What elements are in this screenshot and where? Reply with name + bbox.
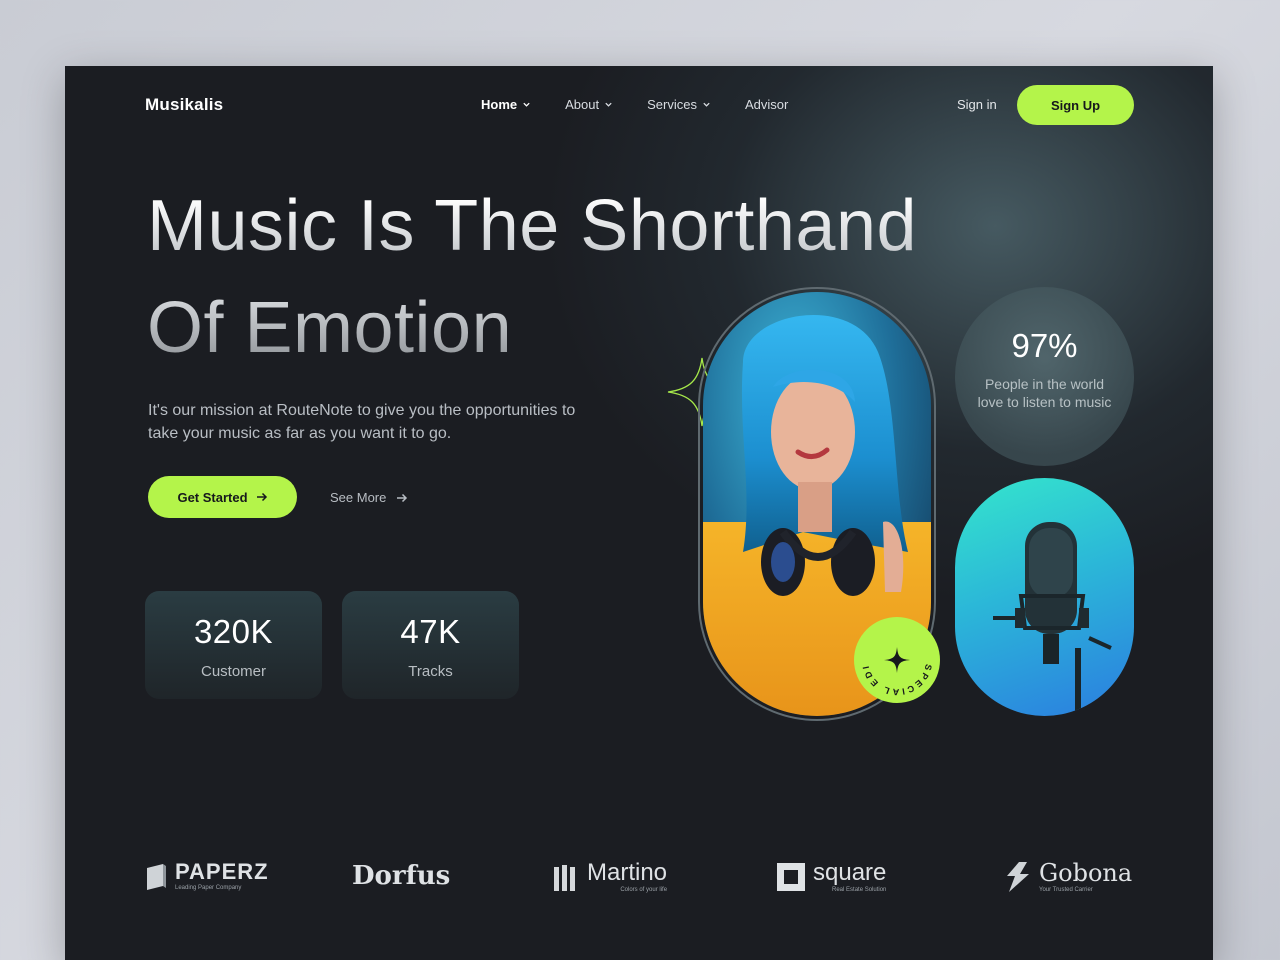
see-more-link[interactable]: See More bbox=[330, 490, 408, 505]
nav-item-home[interactable]: Home bbox=[481, 97, 531, 112]
nav-item-advisor[interactable]: Advisor bbox=[745, 97, 788, 112]
partner-name: Gobona bbox=[1039, 859, 1133, 887]
partner-name: square bbox=[813, 859, 887, 886]
hero-title-line1: Music Is The Shorthand bbox=[147, 186, 918, 266]
partner-text: PAPERZ Leading Paper Company bbox=[175, 859, 269, 892]
partner-tagline: Real Estate Solution bbox=[832, 887, 887, 893]
landing-page: Musikalis Home About Services Advisor Si… bbox=[65, 66, 1213, 960]
stat-value: 320K bbox=[193, 613, 274, 650]
partner-logo-gobona: Gobona Your Trusted Carrier bbox=[1005, 861, 1132, 893]
partner-name: PAPERZ bbox=[175, 859, 269, 884]
hero-subtitle: It's our mission at RouteNote to give yo… bbox=[148, 402, 576, 442]
paperz-logo-icon bbox=[147, 864, 166, 890]
partner-logo-square: square Real Estate Solution bbox=[777, 861, 886, 893]
nav-label: Advisor bbox=[744, 97, 789, 112]
nav-label: Services bbox=[647, 97, 697, 112]
arrow-right-icon bbox=[256, 492, 267, 502]
sign-in-link[interactable]: Sign in bbox=[957, 97, 997, 112]
listener-description: People in the world love to listen to mu… bbox=[977, 376, 1112, 410]
partner-tagline: Your Trusted Carrier bbox=[1039, 887, 1093, 893]
main-nav: Home About Services Advisor bbox=[481, 97, 788, 112]
microphone-icon bbox=[993, 522, 1112, 716]
star-icon bbox=[884, 647, 910, 673]
brand-logo[interactable]: Musikalis bbox=[145, 95, 223, 115]
nav-item-services[interactable]: Services bbox=[647, 97, 711, 112]
partner-name: Dorfus bbox=[352, 861, 451, 891]
nav-label: Home bbox=[481, 97, 518, 112]
partner-text: Martino Colors of your life bbox=[587, 859, 668, 894]
stat-value: 47K bbox=[400, 613, 461, 650]
chevron-down-icon bbox=[703, 102, 710, 107]
stat-label: Tracks bbox=[408, 663, 453, 680]
partner-name: Martino bbox=[587, 859, 668, 886]
gobona-logo-icon bbox=[1007, 862, 1029, 892]
square-logo-icon bbox=[777, 863, 805, 891]
nav-label: About bbox=[565, 97, 600, 112]
partner-tagline: Leading Paper Company bbox=[175, 885, 242, 891]
partner-logo-dorfus: Dorfus bbox=[352, 863, 450, 889]
listener-stat-bubble: 97% People in the world love to listen t… bbox=[955, 287, 1134, 466]
arrow-right-icon bbox=[397, 493, 408, 502]
sign-up-button[interactable]: Sign Up bbox=[1017, 85, 1134, 125]
stat-label: Customer bbox=[200, 663, 267, 680]
stat-card-customers: 320K Customer bbox=[145, 591, 322, 699]
hero-title-line2: Of Emotion bbox=[147, 288, 513, 368]
nav-item-about[interactable]: About bbox=[565, 97, 613, 112]
special-edition-badge: SPECIAL EDITION bbox=[849, 609, 940, 703]
stat-card-tracks: 47K Tracks bbox=[342, 591, 519, 699]
partner-logo-paperz: PAPERZ Leading Paper Company bbox=[145, 861, 269, 891]
badge-art: SPECIAL EDITION bbox=[849, 609, 931, 697]
get-started-button[interactable]: Get Started bbox=[148, 476, 297, 518]
partner-text: square Real Estate Solution bbox=[813, 859, 887, 894]
listener-percentage: 97% bbox=[1011, 327, 1078, 364]
see-more-label: See More bbox=[330, 490, 387, 505]
microphone-image bbox=[955, 478, 1134, 716]
partner-logo-martino: Martino Colors of your life bbox=[553, 861, 667, 893]
get-started-label: Get Started bbox=[177, 489, 248, 505]
martino-logo-icon bbox=[554, 865, 575, 891]
chevron-down-icon bbox=[605, 102, 612, 107]
chevron-down-icon bbox=[523, 102, 530, 107]
partner-text: Gobona Your Trusted Carrier bbox=[1039, 861, 1132, 893]
partner-logos: PAPERZ Leading Paper Company Dorfus Mart… bbox=[145, 861, 1135, 901]
partner-tagline: Colors of your life bbox=[620, 887, 668, 893]
